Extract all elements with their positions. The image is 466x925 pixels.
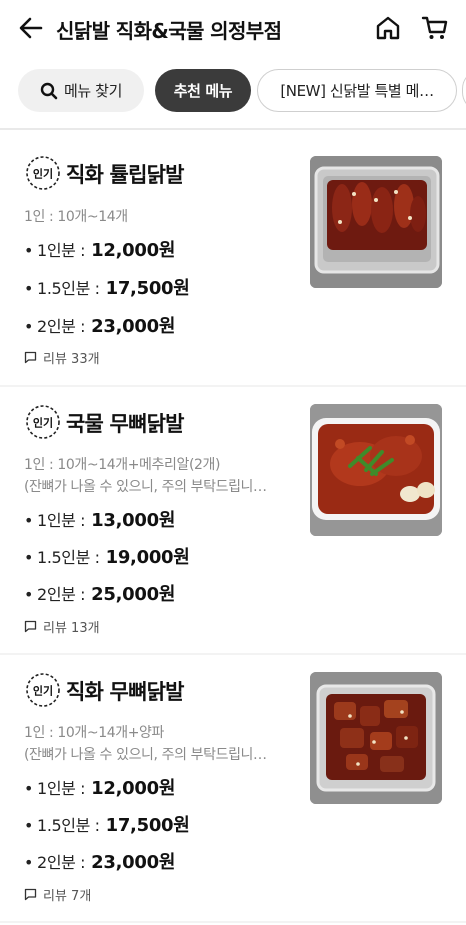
serving-info: 1인 : 10개~14개 xyxy=(24,209,128,225)
option-label: 2인분 : xyxy=(37,317,86,336)
option-label: 1인분 : xyxy=(37,511,86,530)
menu-item-photo xyxy=(310,156,442,288)
option-label: 1.5인분 : xyxy=(37,548,100,567)
review-count-label: 리뷰 13개 xyxy=(43,621,100,636)
search-menu-chip[interactable]: 메뉴 찾기 xyxy=(18,69,144,112)
bone-warning-note: (잔뼈가 나올 수 있으니, 주의 부탁드립니… xyxy=(24,747,267,763)
serving-info: 1인 : 10개~14개+메추리알(2개) xyxy=(24,457,221,473)
menu-category-chips: 메뉴 찾기 추천 메뉴 [NEW] 신닭발 특별 메… xyxy=(0,69,466,113)
option-price: 23,000원 xyxy=(91,316,176,337)
price-option: • 1인분 :12,000원 xyxy=(24,236,175,262)
option-price: 17,500원 xyxy=(105,278,190,299)
search-icon xyxy=(40,82,58,99)
arrow-left-icon xyxy=(19,17,43,39)
cart-button[interactable] xyxy=(421,14,449,42)
option-label: 1인분 : xyxy=(37,779,86,798)
option-price: 12,000원 xyxy=(91,240,176,261)
price-option: • 1인분 :12,000원 xyxy=(24,774,175,800)
menu-item-name: 직화 무뼈닭발 xyxy=(66,680,184,704)
comment-icon xyxy=(24,888,37,901)
option-price: 19,000원 xyxy=(105,547,190,568)
review-count-label: 리뷰 7개 xyxy=(43,889,92,904)
price-option: • 1.5인분 :17,500원 xyxy=(24,274,190,300)
recommend-menu-chip[interactable]: 추천 메뉴 xyxy=(155,69,251,112)
menu-item-name: 국물 무뼈닭발 xyxy=(66,412,184,436)
top-app-bar: 신닭발 직화&국물 의정부점 xyxy=(0,0,466,58)
option-price: 17,500원 xyxy=(105,815,190,836)
svg-text:인기: 인기 xyxy=(33,167,53,181)
home-icon xyxy=(376,16,400,40)
price-option: • 1.5인분 :19,000원 xyxy=(24,543,190,569)
review-count: 리뷰 33개 xyxy=(24,348,100,367)
option-label: 2인분 : xyxy=(37,585,86,604)
option-label: 2인분 : xyxy=(37,853,86,872)
svg-text:인기: 인기 xyxy=(33,684,53,698)
serving-info: 1인 : 10개~14개+양파 xyxy=(24,725,165,741)
option-price: 13,000원 xyxy=(91,510,176,531)
menu-item[interactable]: 인기 직화 무뼈닭발 1인 : 10개~14개+양파 (잔뼈가 나올 수 있으니… xyxy=(0,655,466,921)
next-category-chip[interactable] xyxy=(462,69,466,112)
comment-icon xyxy=(24,351,37,364)
menu-item-photo xyxy=(310,672,442,804)
popular-badge-icon: 인기 xyxy=(26,405,60,439)
special-menu-label: [NEW] 신닭발 특별 메… xyxy=(280,82,434,100)
special-menu-chip[interactable]: [NEW] 신닭발 특별 메… xyxy=(257,69,457,112)
price-option: • 2인분 :23,000원 xyxy=(24,312,175,338)
option-label: 1인분 : xyxy=(37,241,86,260)
option-price: 12,000원 xyxy=(91,778,176,799)
search-menu-label: 메뉴 찾기 xyxy=(64,82,122,100)
svg-text:인기: 인기 xyxy=(33,416,53,430)
review-count-label: 리뷰 33개 xyxy=(43,352,100,367)
option-price: 23,000원 xyxy=(91,852,176,873)
cart-icon xyxy=(421,16,448,39)
review-count: 리뷰 13개 xyxy=(24,617,100,636)
price-option: • 2인분 :25,000원 xyxy=(24,580,175,606)
price-option: • 1.5인분 :17,500원 xyxy=(24,811,190,837)
price-option: • 1인분 :13,000원 xyxy=(24,506,175,532)
popular-badge-icon: 인기 xyxy=(26,673,60,707)
review-count: 리뷰 7개 xyxy=(24,885,91,904)
popular-badge-icon: 인기 xyxy=(26,156,60,190)
menu-item[interactable]: 인기 직화 튤립닭발 1인 : 10개~14개 • 1인분 :12,000원 • 1… xyxy=(0,130,466,385)
option-price: 25,000원 xyxy=(91,584,176,605)
comment-icon xyxy=(24,620,37,633)
back-button[interactable] xyxy=(18,14,44,42)
price-option: • 2인분 :23,000원 xyxy=(24,848,175,874)
item-divider xyxy=(0,921,466,923)
menu-item[interactable]: 인기 국물 무뼈닭발 1인 : 10개~14개+메추리알(2개) (잔뼈가 나올… xyxy=(0,387,466,653)
menu-item-name: 직화 튤립닭발 xyxy=(66,163,184,187)
option-label: 1.5인분 : xyxy=(37,279,100,298)
option-label: 1.5인분 : xyxy=(37,816,100,835)
store-title: 신닭발 직화&국물 의정부점 xyxy=(56,19,282,43)
bone-warning-note: (잔뼈가 나올 수 있으니, 주의 부탁드립니… xyxy=(24,479,267,495)
home-button[interactable] xyxy=(374,14,402,42)
menu-item-photo xyxy=(310,404,442,536)
recommend-menu-label: 추천 메뉴 xyxy=(173,82,233,100)
